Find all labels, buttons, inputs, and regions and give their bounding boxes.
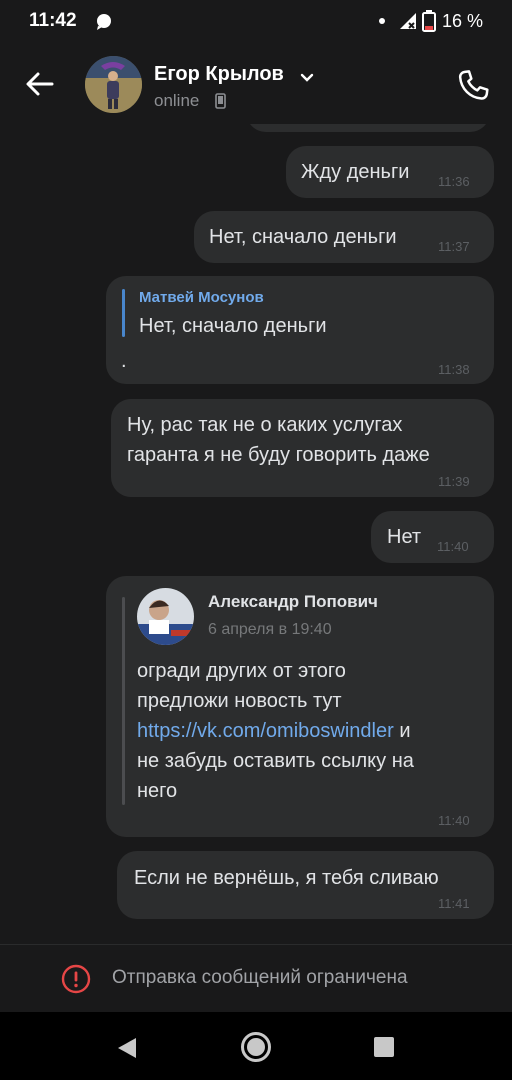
message-text: Если не вернёшь, я тебя сливаю xyxy=(134,867,439,889)
message-link[interactable]: https://vk.com/omiboswindler xyxy=(137,720,394,742)
forward-author-name[interactable]: Александр Попович xyxy=(208,592,378,612)
reply-author[interactable]: Матвей Мосунов xyxy=(139,289,264,306)
signal-icon xyxy=(398,11,418,36)
message-text: Жду деньги xyxy=(301,161,410,183)
message-text-line: гаранта я не буду говорить даже xyxy=(127,444,430,466)
chat-header: Егор Крылов online xyxy=(0,46,512,124)
message-bubble[interactable]: Ну, рас так не о каких услугах гаранта я… xyxy=(111,399,494,497)
message-time: 11:41 xyxy=(438,896,470,911)
contact-status: online xyxy=(154,91,200,110)
chevron-down-icon[interactable] xyxy=(300,70,314,88)
message-text: Нет, сначало деньги xyxy=(209,226,397,248)
message-text-line: предложи новость тут xyxy=(137,690,342,712)
back-button[interactable] xyxy=(22,66,58,102)
message-bubble[interactable]: Нет, сначало деньги 11:37 xyxy=(194,211,494,263)
battery-icon xyxy=(422,10,436,37)
reply-text: Нет, сначало деньги xyxy=(139,315,327,337)
forward-date: 6 апреля в 19:40 xyxy=(208,621,332,638)
avatar[interactable] xyxy=(85,56,142,113)
nav-home-icon[interactable] xyxy=(240,1031,272,1068)
system-navigation-bar xyxy=(0,1012,512,1080)
warning-icon xyxy=(61,964,91,999)
message-bubble[interactable]: Жду деньги 11:36 xyxy=(286,146,494,198)
message-bubble-reply[interactable]: Матвей Мосунов Нет, сначало деньги . 11:… xyxy=(106,276,494,384)
message-text-line: огради других от этого xyxy=(137,660,346,682)
message-text-line: не забудь оставить ссылку на xyxy=(137,750,414,772)
back-arrow-icon xyxy=(26,72,54,96)
restricted-notice: Отправка сообщений ограничена xyxy=(0,944,512,1012)
message-text-line-with-link: https://vk.com/omiboswindler и xyxy=(137,716,411,746)
message-time: 11:39 xyxy=(438,474,470,489)
message-time: 11:40 xyxy=(438,813,470,828)
message-bubble-forwarded[interactable]: Александр Попович 6 апреля в 19:40 оград… xyxy=(106,576,494,837)
message-list[interactable]: Жду деньги 11:36 Нет, сначало деньги 11:… xyxy=(0,124,512,944)
contact-name[interactable]: Егор Крылов xyxy=(154,63,284,86)
nav-recents-icon[interactable] xyxy=(373,1036,395,1063)
mobile-icon xyxy=(215,93,226,114)
message-time: 11:36 xyxy=(438,174,470,189)
dot-icon xyxy=(379,18,385,24)
phone-icon xyxy=(458,70,489,100)
message-time: 11:40 xyxy=(437,539,469,554)
restricted-text: Отправка сообщений ограничена xyxy=(112,967,408,988)
message-bubble[interactable]: Если не вернёшь, я тебя сливаю 11:41 xyxy=(117,851,494,919)
message-bubble[interactable]: Нет 11:40 xyxy=(371,511,494,563)
message-text-suffix: и xyxy=(393,720,411,742)
message-text: . xyxy=(121,350,127,372)
status-time: 11:42 xyxy=(29,10,77,31)
battery-percent: 16 % xyxy=(442,11,484,31)
forward-indicator xyxy=(122,597,125,805)
message-text-line: него xyxy=(137,780,178,802)
reply-indicator xyxy=(122,289,125,337)
nav-back-icon[interactable] xyxy=(116,1036,138,1065)
call-button[interactable] xyxy=(454,66,494,106)
message-bubble[interactable] xyxy=(246,124,490,132)
message-time: 11:37 xyxy=(438,239,470,254)
message-text: Нет xyxy=(387,526,422,548)
message-notification-icon xyxy=(95,13,113,36)
message-text-line: Ну, рас так не о каких услугах xyxy=(127,414,403,436)
status-bar: 11:42 16 % xyxy=(0,0,512,46)
message-time: 11:38 xyxy=(438,362,470,377)
forward-author-avatar[interactable] xyxy=(137,588,194,645)
